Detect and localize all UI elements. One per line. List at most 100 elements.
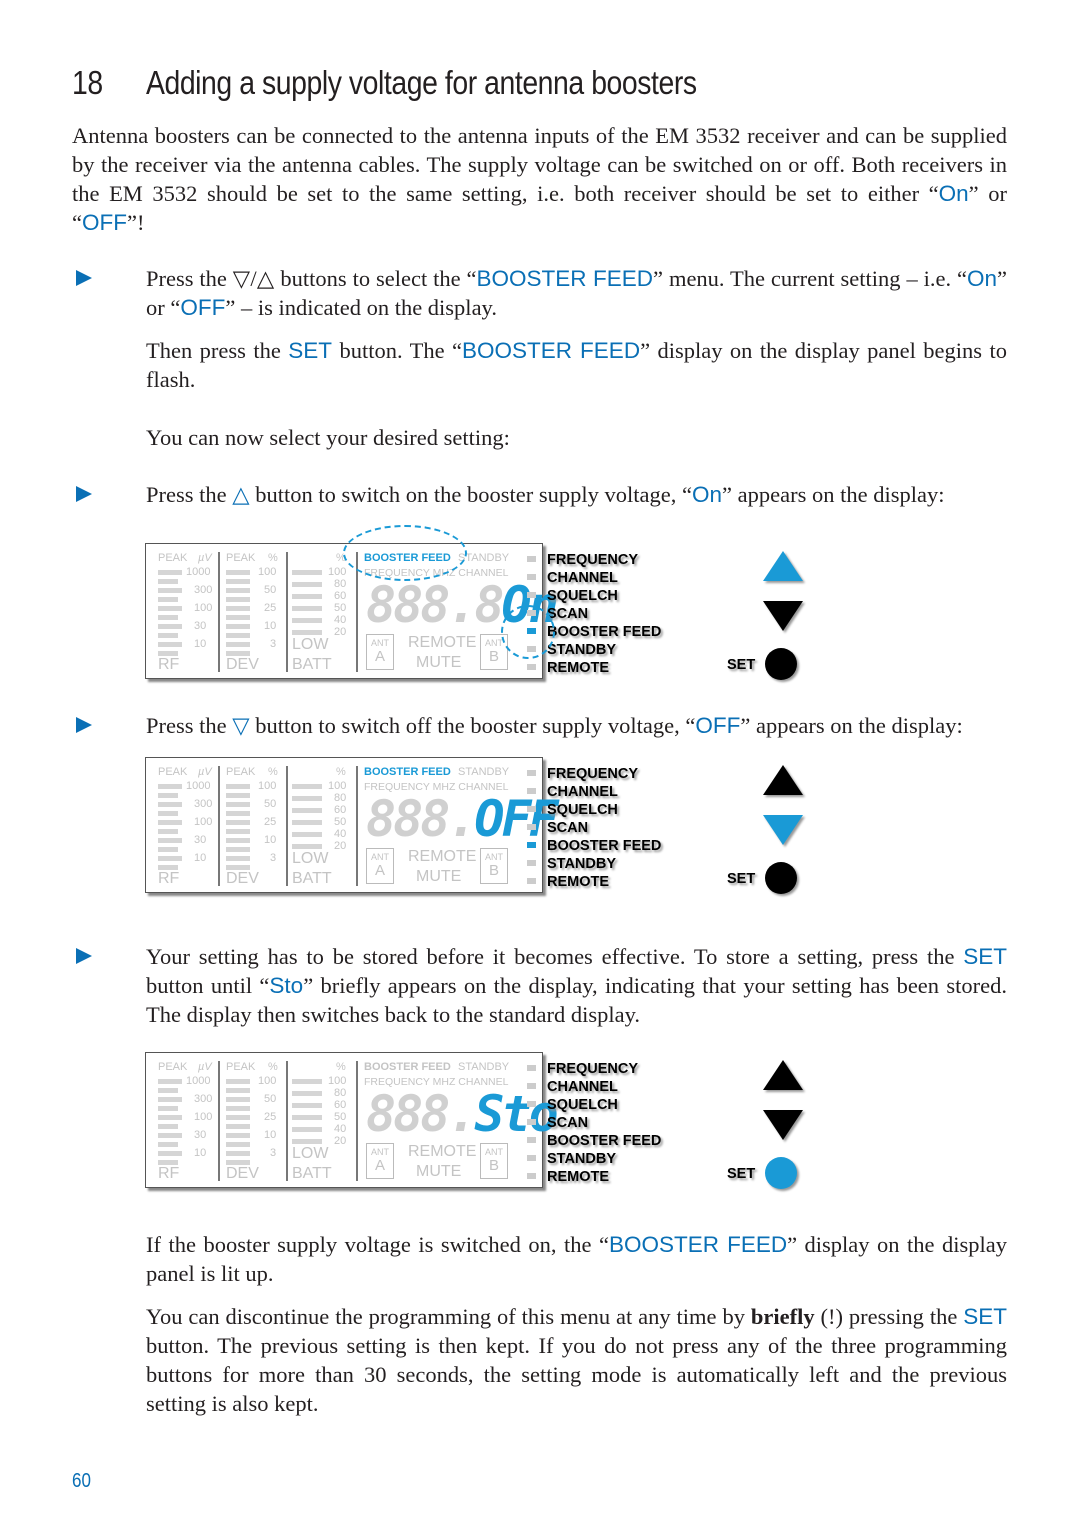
down-button[interactable] — [763, 1110, 803, 1140]
rf-scale-label: 30 — [194, 1129, 207, 1141]
rf-level-bar — [158, 802, 182, 807]
note-lit-up: If the booster supply voltage is switche… — [146, 1232, 1007, 1286]
dev-level-bar — [226, 1142, 250, 1147]
dev-level-bar — [226, 1115, 250, 1120]
rf-level-bar — [158, 1097, 182, 1102]
dev-scale-label: 3 — [270, 1147, 277, 1159]
menu-item: FREQUENCY — [547, 1061, 639, 1077]
batt-scale-label: 50 — [334, 1111, 347, 1123]
menu-item: REMOTE — [547, 1169, 610, 1185]
menu-item: SQUELCH — [547, 588, 618, 604]
up-button[interactable] — [763, 551, 803, 581]
menu-indicator-led — [527, 1155, 536, 1161]
batt-scale-label: 50 — [334, 602, 347, 614]
set-button[interactable] — [765, 648, 797, 680]
menu-item: FREQUENCY — [547, 766, 639, 782]
rf-level-bar — [158, 811, 178, 816]
rf-scale-label: 10 — [194, 638, 207, 650]
dev-scale-label: 10 — [264, 834, 277, 846]
step-store: Your setting has to be stored before it … — [146, 944, 1007, 1027]
up-button[interactable] — [763, 1060, 803, 1090]
batt-scale-label: 20 — [334, 1135, 347, 1147]
dev-level-bar — [226, 793, 250, 798]
lcd-display: PEAK µV 1000 300 100 30 10 RF PEAK % 100 50 25… — [145, 543, 559, 679]
rf-level-bar — [158, 1151, 182, 1156]
menu-indicator-led — [527, 1065, 536, 1071]
batt-level-bar — [292, 1115, 322, 1120]
rf-scale-label: 100 — [194, 816, 213, 828]
dev-scale-label: 100 — [258, 1075, 277, 1087]
up-button[interactable] — [763, 765, 803, 795]
batt-scale-label: 60 — [334, 590, 347, 602]
menu-indicator-led — [527, 878, 536, 884]
lcd-display: PEAK µV 1000 300 100 30 10 RF PEAK % 100 50 25… — [145, 1052, 559, 1188]
rf-scale-label: 10 — [194, 1147, 207, 1159]
batt-scale-label: 20 — [334, 840, 347, 852]
dev-scale-label: 50 — [264, 798, 277, 810]
dev-level-bar — [226, 579, 250, 584]
down-button[interactable] — [763, 601, 803, 631]
menu-indicator-led — [527, 1119, 536, 1125]
dev-level-bar — [226, 1106, 250, 1111]
dev-scale-label: 25 — [264, 602, 277, 614]
menu-item: CHANNEL — [547, 784, 618, 800]
down-button[interactable] — [763, 815, 803, 845]
intro-paragraph: Antenna boosters can be connected to the… — [72, 123, 1007, 235]
rf-scale-label: 30 — [194, 620, 207, 632]
page-title: 18 Adding a supply voltage for antenna bo… — [72, 64, 697, 102]
page-number: 60 — [72, 1470, 91, 1492]
batt-level-bar — [292, 582, 322, 587]
menu-item: SCAN — [547, 1115, 589, 1131]
batt-scale-label: 20 — [334, 626, 347, 638]
batt-scale-label: 80 — [334, 1087, 347, 1099]
batt-scale-label: 100 — [328, 780, 347, 792]
menu-list: FREQUENCY CHANNEL SQUELCH SCAN BOOSTER FEED S… — [547, 765, 661, 891]
rf-level-bar — [158, 1079, 182, 1084]
rf-level-bar — [158, 642, 182, 647]
menu-indicator-led — [527, 574, 536, 580]
rf-scale-label: 300 — [194, 1093, 213, 1105]
bullet-arrow-icon — [76, 717, 92, 733]
menu-indicator-led — [527, 1137, 536, 1143]
set-button[interactable] — [765, 1157, 797, 1189]
menu-indicator-led — [527, 556, 536, 562]
rf-scale-label: 1000 — [186, 566, 211, 578]
batt-scale-label: 50 — [334, 816, 347, 828]
section-number: 18 — [72, 64, 103, 101]
menu-indicator-led — [527, 788, 536, 794]
menu-item: BOOSTER FEED — [547, 624, 662, 640]
lcd-display: PEAK µV 1000 300 100 30 10 RF PEAK % 100 50 25… — [145, 757, 559, 893]
step-switch-on: Press the △ button to switch on the boos… — [146, 482, 945, 507]
dev-scale-label: 10 — [264, 620, 277, 632]
dev-level-bar — [226, 570, 250, 575]
dev-level-bar — [226, 1079, 250, 1084]
dev-level-bar — [226, 838, 250, 843]
rf-level-bar — [158, 838, 182, 843]
rf-level-bar — [158, 856, 182, 861]
rf-level-bar — [158, 579, 178, 584]
rf-level-bar — [158, 570, 182, 575]
segment-readout: 888.OFF — [366, 790, 559, 848]
rf-level-bar — [158, 1115, 182, 1120]
batt-scale-label: 40 — [334, 614, 347, 626]
batt-level-bar — [292, 594, 322, 599]
batt-level-bar — [292, 844, 322, 849]
note-discontinue: You can discontinue the programming of t… — [146, 1304, 1007, 1416]
menu-item: SCAN — [547, 820, 589, 836]
dev-level-bar — [226, 1151, 250, 1156]
dev-level-bar — [226, 642, 250, 647]
batt-level-bar — [292, 832, 322, 837]
menu-item: BOOSTER FEED — [547, 1133, 662, 1149]
display-panel-off: PEAK µV 1000 300 100 30 10 RF PEAK % 100 50 25… — [145, 757, 825, 897]
menu-indicator-led — [527, 664, 536, 670]
set-label: SET — [727, 657, 756, 673]
batt-level-bar — [292, 808, 322, 813]
rf-level-bar — [158, 615, 178, 620]
dev-scale-label: 3 — [270, 638, 277, 650]
set-button[interactable] — [765, 862, 797, 894]
batt-level-bar — [292, 796, 322, 801]
dev-level-bar — [226, 1088, 250, 1093]
rf-scale-label: 300 — [194, 798, 213, 810]
menu-indicator-led — [527, 1083, 536, 1089]
rf-level-bar — [158, 588, 182, 593]
